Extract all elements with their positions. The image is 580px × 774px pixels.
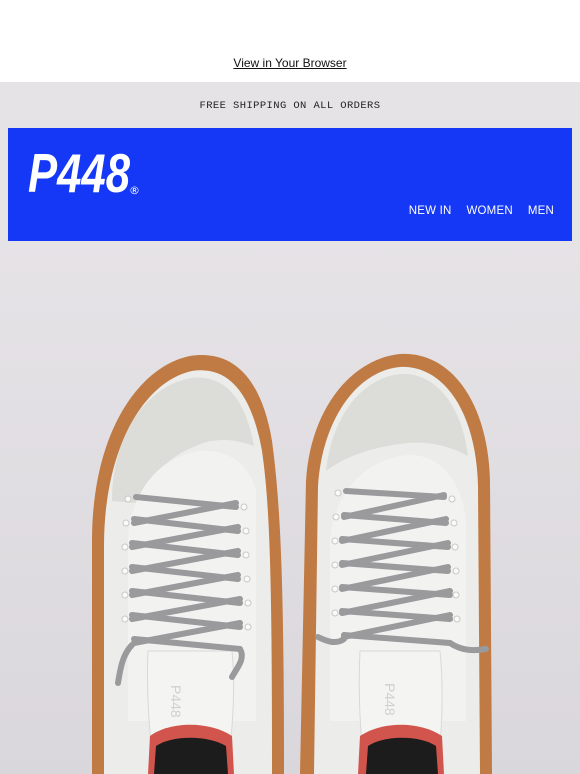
registered-mark: ®	[129, 184, 140, 197]
right-shoe: P448	[300, 353, 492, 774]
p448-logo[interactable]: P448 ®	[28, 142, 148, 200]
nav-men[interactable]: MEN	[528, 205, 554, 217]
shipping-banner: FREE SHIPPING ON ALL ORDERS	[199, 100, 381, 112]
sneakers-illustration: P448 P448	[0, 241, 580, 774]
view-in-browser-link[interactable]: View in Your Browser	[0, 56, 580, 70]
preheader: View in Your Browser	[0, 0, 580, 82]
nav-new-in[interactable]: NEW IN	[409, 205, 452, 217]
nav-women[interactable]: WOMEN	[466, 205, 512, 217]
hero-image[interactable]: P448 P448	[0, 241, 580, 774]
main-nav: NEW IN WOMEN MEN	[409, 205, 554, 217]
email-body: FREE SHIPPING ON ALL ORDERS P448 ® NEW I…	[0, 82, 580, 774]
right-tongue-label: P448	[382, 683, 398, 716]
left-shoe: P448	[92, 355, 284, 774]
brand-header: P448 ® NEW IN WOMEN MEN	[8, 128, 572, 241]
logo-text: P448	[28, 142, 130, 200]
left-tongue-label: P448	[168, 685, 184, 718]
